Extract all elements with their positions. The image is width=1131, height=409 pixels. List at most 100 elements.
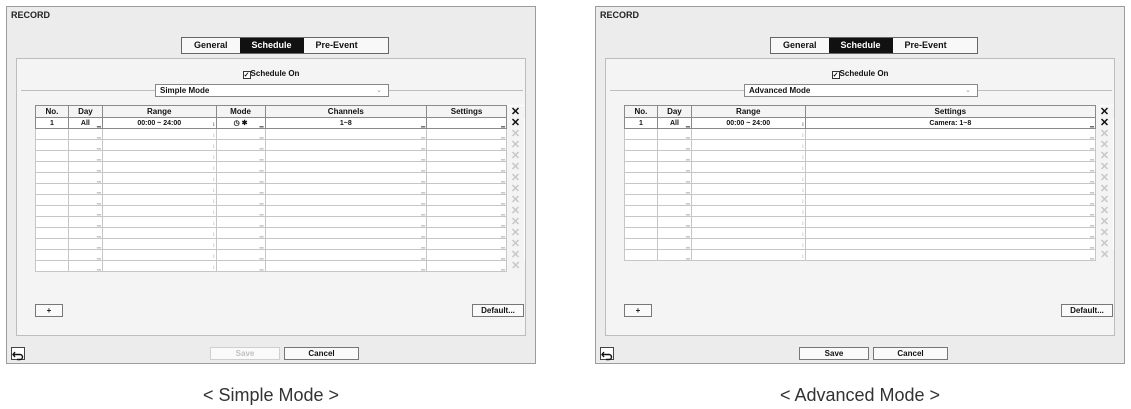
table-row[interactable]: ▁ ⁝ ▁ ✕	[624, 227, 1114, 239]
table-row[interactable]: 1 All ▁ 00:00 ~ 24:00 ⁝ ◷ ✱ ▁ 1~8 ▁ ▁ ✕	[35, 117, 525, 129]
chevron-down-icon: ⌄	[965, 87, 971, 94]
table-row[interactable]: ▁ ⁝ ▁ ▁ ▁ ✕	[35, 249, 525, 261]
table-row[interactable]: ▁ ⁝ ▁ ▁ ▁ ✕	[35, 139, 525, 151]
delete-row-icon: ✕	[1099, 161, 1110, 173]
tab-general[interactable]: General	[182, 38, 240, 53]
table-row[interactable]: ▁ ⁝ ▁ ✕	[624, 172, 1114, 184]
table-row[interactable]: ▁ ⁝ ▁ ✕	[624, 238, 1114, 250]
column-header-no: No.	[35, 105, 69, 118]
schedule-on-row: ✓Schedule On	[606, 69, 1114, 79]
spin-icon: ⁝	[213, 122, 215, 128]
row-range[interactable]: 00:00 ~ 24:00 ⁝	[690, 117, 806, 129]
dropdown-marker: ▁	[259, 122, 264, 128]
delete-row-icon: ✕	[510, 139, 521, 151]
simple-mode-panel: RECORD General Schedule Pre-Event ✓Sched…	[6, 6, 536, 364]
back-button[interactable]	[11, 347, 25, 361]
table-row[interactable]: 1 All ▁ 00:00 ~ 24:00 ⁝ Camera: 1~8 ▁ ✕	[624, 117, 1114, 129]
advanced-mode-caption: < Advanced Mode >	[779, 385, 941, 405]
table-row[interactable]: ▁ ⁝ ▁ ✕	[624, 194, 1114, 206]
tab-pre-event[interactable]: Pre-Event	[893, 38, 959, 53]
delete-row-icon[interactable]: ✕	[1096, 118, 1113, 129]
row-range[interactable]: 00:00 ~ 24:00 ⁝	[101, 117, 217, 129]
schedule-table: No. Day Range Mode Channels Settings ✕ 1…	[35, 105, 525, 272]
table-row[interactable]: ▁ ⁝ ▁ ✕	[624, 205, 1114, 217]
tab-schedule[interactable]: Schedule	[828, 38, 893, 53]
default-button[interactable]: Default...	[1061, 304, 1113, 317]
tab-schedule[interactable]: Schedule	[239, 38, 304, 53]
delete-all-button[interactable]: ✕	[1095, 105, 1114, 118]
column-header-no: No.	[624, 105, 658, 118]
divider	[389, 90, 523, 91]
tab-pre-event[interactable]: Pre-Event	[304, 38, 370, 53]
row-no: 1	[624, 117, 658, 129]
delete-row-icon: ✕	[510, 238, 521, 250]
delete-row-icon: ✕	[510, 194, 521, 206]
row-day[interactable]: All ▁	[656, 117, 692, 129]
row-settings[interactable]: ▁	[426, 117, 507, 129]
tab-bar-filler	[370, 38, 394, 53]
delete-row-icon: ✕	[511, 260, 521, 272]
table-row[interactable]: ▁ ⁝ ▁ ▁ ▁ ✕	[35, 128, 525, 140]
table-row[interactable]: ▁ ⁝ ▁ ▁ ▁ ✕	[35, 238, 525, 250]
table-row[interactable]: ▁ ⁝ ▁ ✕	[624, 183, 1114, 195]
column-header-channels: Channels	[264, 105, 428, 118]
table-row[interactable]: ▁ ⁝ ▁ ✕	[624, 216, 1114, 228]
delete-row-icon: ✕	[510, 249, 521, 261]
panel-title: RECORD	[600, 10, 640, 20]
table-row[interactable]: ▁ ⁝ ▁ ▁ ▁ ✕	[35, 205, 525, 217]
table-row[interactable]: ▁ ⁝ ▁ ✕	[624, 249, 1114, 261]
back-button[interactable]	[600, 347, 614, 361]
tab-bar: General Schedule Pre-Event	[181, 37, 389, 54]
delete-all-button[interactable]: ✕	[506, 105, 525, 118]
table-row[interactable]: ▁ ⁝ ▁ ▁ ▁ ✕	[35, 161, 525, 173]
add-row-button[interactable]: +	[624, 304, 652, 317]
column-header-settings: Settings	[426, 105, 507, 118]
table-row[interactable]: ▁ ⁝ ▁ ▁ ▁ ✕	[35, 260, 525, 272]
save-button[interactable]: Save	[210, 347, 280, 360]
row-day[interactable]: All ▁	[67, 117, 103, 129]
spin-icon: ⁝	[802, 122, 804, 128]
default-button[interactable]: Default...	[472, 304, 524, 317]
delete-row-icon: ✕	[510, 227, 521, 239]
delete-row-icon: ✕	[1099, 238, 1110, 250]
dropdown-marker: ▁	[686, 122, 690, 128]
cancel-button[interactable]: Cancel	[284, 347, 359, 360]
row-no: 1	[35, 117, 69, 129]
schedule-on-checkbox[interactable]: ✓	[831, 71, 840, 79]
table-row[interactable]: ▁ ⁝ ▁ ▁ ▁ ✕	[35, 183, 525, 195]
tab-general[interactable]: General	[771, 38, 829, 53]
table-row[interactable]: ▁ ⁝ ▁ ✕	[624, 161, 1114, 173]
table-row[interactable]: ▁ ⁝ ▁ ✕	[624, 150, 1114, 162]
divider	[978, 90, 1112, 91]
column-header-range: Range	[690, 105, 806, 118]
tab-bar: General Schedule Pre-Event	[770, 37, 978, 54]
close-icon: ✕	[510, 105, 521, 118]
delete-row-icon: ✕	[510, 172, 521, 184]
table-row[interactable]: ▁ ⁝ ▁ ✕	[624, 128, 1114, 140]
table-row[interactable]: ▁ ⁝ ▁ ▁ ▁ ✕	[35, 227, 525, 239]
mode-select-value: Advanced Mode	[749, 86, 811, 95]
row-settings[interactable]: Camera: 1~8 ▁	[804, 117, 1096, 129]
table-row[interactable]: ▁ ⁝ ▁ ▁ ▁ ✕	[35, 216, 525, 228]
column-header-day: Day	[656, 105, 692, 118]
divider	[610, 90, 744, 91]
row-mode[interactable]: ◷ ✱ ▁	[215, 117, 266, 129]
delete-row-icon: ✕	[510, 150, 521, 162]
delete-row-icon: ✕	[1099, 172, 1110, 184]
save-button[interactable]: Save	[799, 347, 869, 360]
delete-row-icon: ✕	[1099, 183, 1110, 195]
schedule-on-checkbox[interactable]: ✓	[242, 71, 251, 79]
schedule-on-label: Schedule On	[839, 69, 889, 78]
delete-row-icon[interactable]: ✕	[507, 118, 524, 129]
mode-select[interactable]: Advanced Mode ⌄	[744, 84, 978, 97]
cancel-button[interactable]: Cancel	[873, 347, 948, 360]
add-row-button[interactable]: +	[35, 304, 63, 317]
back-arrow-icon	[601, 351, 613, 361]
table-row[interactable]: ▁ ⁝ ▁ ✕	[624, 139, 1114, 151]
table-row[interactable]: ▁ ⁝ ▁ ▁ ▁ ✕	[35, 172, 525, 184]
mode-select[interactable]: Simple Mode ⌄	[155, 84, 389, 97]
table-row[interactable]: ▁ ⁝ ▁ ▁ ▁ ✕	[35, 194, 525, 206]
tab-bar-filler	[959, 38, 983, 53]
table-row[interactable]: ▁ ⁝ ▁ ▁ ▁ ✕	[35, 150, 525, 162]
row-channels[interactable]: 1~8 ▁	[264, 117, 428, 129]
